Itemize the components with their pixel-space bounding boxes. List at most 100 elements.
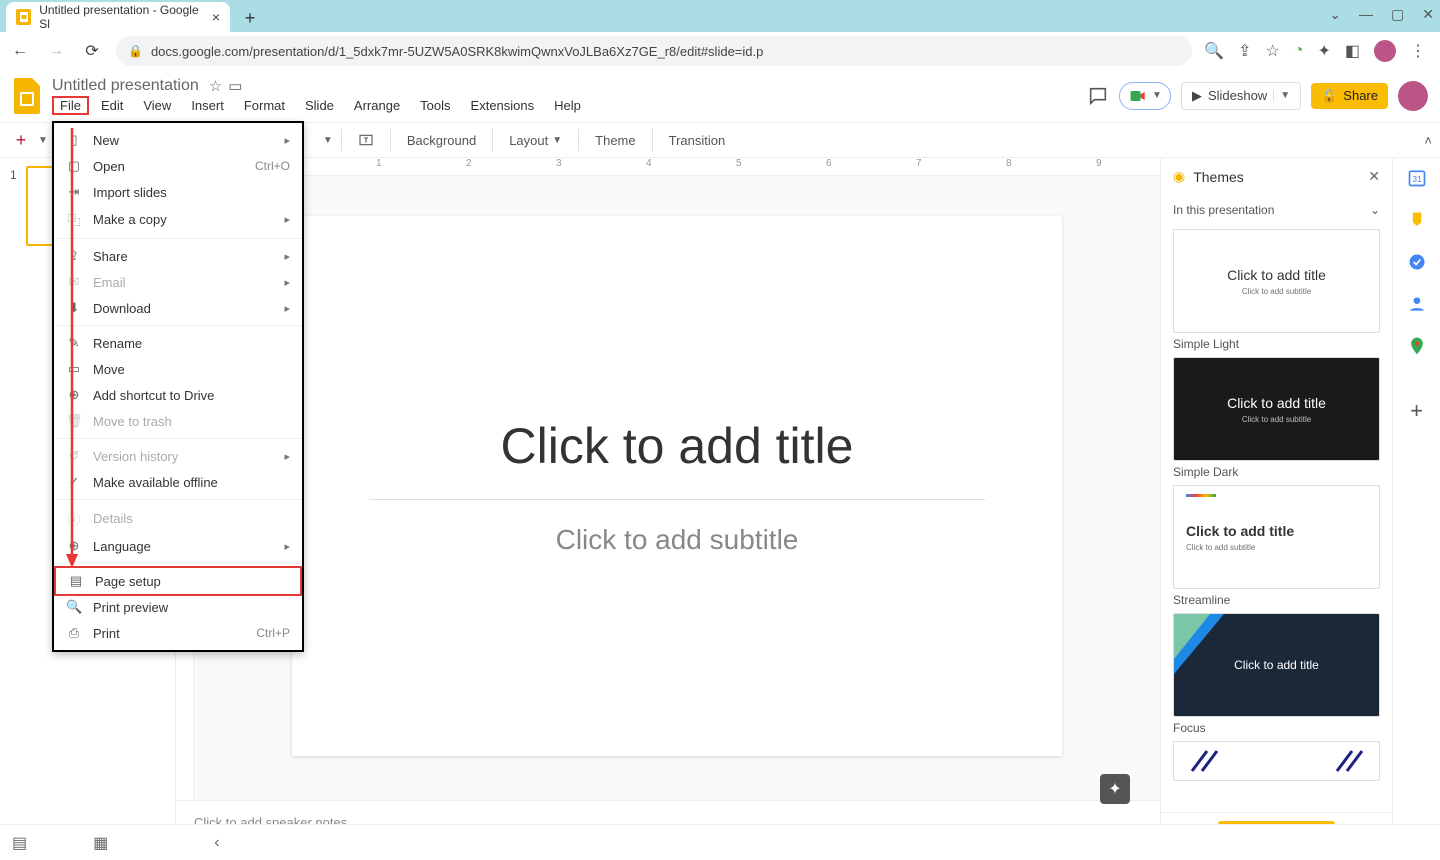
comments-icon[interactable] [1087, 85, 1109, 107]
caret-down-icon[interactable]: ⌄ [1329, 6, 1341, 23]
transition-button[interactable]: Transition [661, 129, 734, 152]
menu-print-preview[interactable]: 🔍Print preview [54, 594, 302, 620]
menu-add-shortcut[interactable]: ⊕Add shortcut to Drive [54, 382, 302, 408]
menu-label: Open [93, 159, 125, 174]
chevron-down-icon[interactable]: ▼ [38, 135, 48, 146]
collapse-thumbs-icon[interactable]: ‹ [214, 834, 219, 852]
slides-logo[interactable] [12, 76, 44, 116]
menu-import-slides[interactable]: ⇥ Import slides [54, 179, 302, 205]
svg-text:31: 31 [1412, 174, 1422, 184]
meet-button[interactable]: ▼ [1119, 82, 1171, 110]
menu-tools[interactable]: Tools [412, 96, 458, 115]
menu-insert[interactable]: Insert [183, 96, 232, 115]
back-button[interactable]: ← [8, 39, 32, 63]
menu-slide[interactable]: Slide [297, 96, 342, 115]
menu-make-copy[interactable]: ⿻Make a copy▸ [54, 205, 302, 234]
bookmark-icon[interactable]: ☆ [1265, 41, 1279, 61]
theme-focus[interactable]: Click to add title Focus [1173, 613, 1380, 735]
theme-preview-sub: Click to add subtitle [1186, 543, 1255, 552]
google-account-avatar[interactable] [1398, 81, 1428, 111]
textbox-icon[interactable] [350, 128, 382, 152]
menu-download[interactable]: ⬇Download▸ [54, 295, 302, 321]
menu-version-history[interactable]: ↺Version history▸ [54, 443, 302, 469]
import-icon: ⇥ [66, 184, 82, 200]
explore-button[interactable]: ✦ [1100, 774, 1130, 804]
slideshow-button[interactable]: ▶ Slideshow ▼ [1181, 82, 1301, 110]
menu-view[interactable]: View [135, 96, 179, 115]
menu-trash[interactable]: 🗑Move to trash [54, 408, 302, 434]
add-addon-icon[interactable]: + [1410, 398, 1423, 424]
menu-edit[interactable]: Edit [93, 96, 131, 115]
theme-button[interactable]: Theme [587, 129, 643, 152]
close-icon[interactable]: × [212, 9, 220, 25]
ruler-horizontal: 1 2 3 4 5 6 7 8 9 [176, 158, 1160, 176]
slide-canvas[interactable]: Click to add title Click to add subtitle [292, 216, 1062, 756]
menu-arrange[interactable]: Arrange [346, 96, 408, 115]
themes-sub-label: In this presentation [1173, 203, 1274, 217]
tasks-icon[interactable] [1407, 252, 1427, 272]
extensions-icon[interactable]: ✦ [1317, 41, 1330, 61]
slide-title-placeholder[interactable]: Click to add title [501, 417, 854, 475]
menu-extensions[interactable]: Extensions [463, 96, 543, 115]
theme-more[interactable] [1173, 741, 1380, 781]
theme-simple-dark[interactable]: Click to add title Click to add subtitle… [1173, 357, 1380, 479]
menu-language[interactable]: ⊕Language▸ [54, 533, 302, 559]
menu-label: Import slides [93, 185, 167, 200]
chrome-menu-icon[interactable]: ⋮ [1410, 41, 1426, 61]
background-button[interactable]: Background [399, 129, 484, 152]
extension1-icon[interactable]: ◔ [1294, 42, 1304, 60]
forward-button[interactable]: → [44, 39, 68, 63]
menu-shortcut: Ctrl+O [255, 159, 290, 173]
menu-page-setup[interactable]: ▤Page setup [54, 566, 302, 596]
address-bar[interactable]: 🔒 docs.google.com/presentation/d/1_5dxk7… [116, 36, 1192, 66]
menu-details[interactable]: ⓘDetails [54, 504, 302, 533]
share-page-icon[interactable]: ⇪ [1238, 41, 1251, 61]
star-icon[interactable]: ☆ [209, 77, 222, 95]
maximize-icon[interactable]: ▢ [1391, 6, 1404, 23]
menu-new[interactable]: ▯New▸ [54, 127, 302, 153]
minimize-icon[interactable]: — [1359, 6, 1373, 23]
sidepanel-icon[interactable]: ◧ [1345, 41, 1360, 61]
menu-rename[interactable]: ✎Rename [54, 330, 302, 356]
layout-button[interactable]: Layout▼ [501, 129, 570, 152]
status-bar: ▤ ▦ ‹ [0, 824, 1440, 860]
address-bar-row: ← → ⟳ 🔒 docs.google.com/presentation/d/1… [0, 32, 1440, 70]
browser-tab[interactable]: Untitled presentation - Google Sl × [6, 2, 230, 32]
menu-share[interactable]: ⇪Share▸ [54, 243, 302, 269]
doc-title[interactable]: Untitled presentation [52, 77, 199, 95]
contacts-icon[interactable] [1407, 294, 1427, 314]
filmstrip-view-icon[interactable]: ▦ [93, 833, 108, 853]
menu-open[interactable]: ▢OpenCtrl+O [54, 153, 302, 179]
menu-move[interactable]: ▭Move [54, 356, 302, 382]
chevron-right-icon: ▸ [284, 450, 290, 463]
move-to-folder-icon[interactable]: ▭ [228, 77, 242, 95]
themes-sub-header[interactable]: In this presentation ⌄ [1161, 195, 1392, 225]
menu-format[interactable]: Format [236, 96, 293, 115]
menu-print[interactable]: ⎙PrintCtrl+P [54, 620, 302, 646]
grid-view-icon[interactable]: ▤ [12, 833, 27, 853]
menu-file[interactable]: File [52, 96, 89, 115]
share-button[interactable]: 🔒 Share [1311, 83, 1388, 109]
calendar-icon[interactable]: 31 [1407, 168, 1427, 188]
url-text: docs.google.com/presentation/d/1_5dxk7mr… [151, 44, 763, 59]
menu-offline[interactable]: ✓Make available offline [54, 469, 302, 495]
new-tab-button[interactable]: + [236, 4, 264, 32]
theme-simple-light[interactable]: Click to add title Click to add subtitle… [1173, 229, 1380, 351]
maps-icon[interactable] [1407, 336, 1427, 356]
zoom-icon[interactable]: 🔍 [1204, 41, 1224, 61]
reload-button[interactable]: ⟳ [80, 39, 104, 63]
chevron-down-icon[interactable]: ▼ [1273, 90, 1290, 101]
menu-help[interactable]: Help [546, 96, 589, 115]
palette-icon: ◉ [1173, 168, 1185, 185]
profile-avatar[interactable] [1374, 40, 1396, 62]
chevron-down-icon[interactable]: ▼ [323, 135, 333, 146]
close-icon[interactable]: ✕ [1368, 168, 1380, 185]
menu-email[interactable]: ✉Email▸ [54, 269, 302, 295]
slide-subtitle-placeholder[interactable]: Click to add subtitle [369, 499, 985, 556]
close-window-icon[interactable]: ✕ [1422, 6, 1434, 23]
theme-streamline[interactable]: Click to add title Click to add subtitle… [1173, 485, 1380, 607]
keep-icon[interactable] [1407, 210, 1427, 230]
menu-label: Email [93, 275, 126, 290]
collapse-toolbar-icon[interactable]: ˄ [1424, 133, 1432, 148]
new-slide-button[interactable]: + [8, 130, 34, 151]
